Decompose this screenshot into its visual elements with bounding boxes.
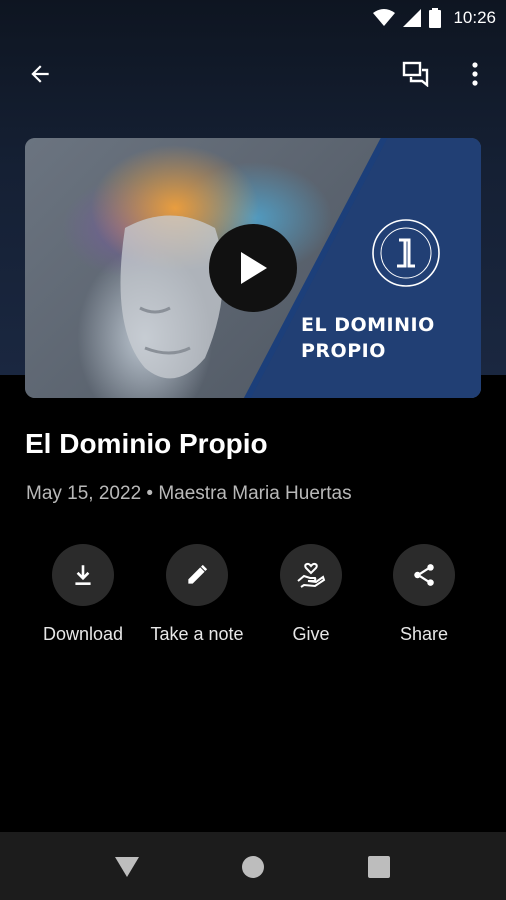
church-logo — [372, 219, 440, 287]
give-action[interactable]: Give — [251, 544, 371, 645]
action-row: Download Take a note Give Share — [0, 544, 506, 654]
system-navigation-bar — [0, 832, 506, 900]
play-button[interactable] — [209, 224, 297, 312]
give-button[interactable] — [280, 544, 342, 606]
more-options-button[interactable] — [451, 50, 499, 98]
nav-recents-button[interactable] — [362, 850, 396, 884]
cellular-signal-icon — [403, 9, 422, 27]
give-hand-heart-icon — [297, 562, 326, 588]
nav-home-circle-icon — [242, 856, 264, 878]
share-button[interactable] — [393, 544, 455, 606]
take-note-label: Take a note — [150, 624, 244, 644]
episode-title: El Dominio Propio — [25, 428, 268, 459]
status-time: 10:26 — [453, 8, 496, 27]
download-label: Download — [42, 624, 124, 644]
status-bar: 10:26 — [0, 0, 506, 38]
comments-button[interactable] — [392, 50, 440, 98]
give-label: Give — [292, 624, 330, 644]
wifi-icon — [373, 9, 396, 26]
pencil-icon — [188, 564, 208, 584]
share-label: Share — [399, 624, 449, 644]
back-button[interactable] — [16, 50, 64, 98]
more-vert-icon — [472, 62, 478, 86]
chat-icon — [402, 61, 429, 87]
nav-recents-square-icon — [368, 856, 390, 878]
share-icon — [414, 564, 434, 586]
take-note-action[interactable]: Take a note — [137, 544, 257, 645]
nav-back-button[interactable] — [110, 850, 144, 884]
thumbnail-title: EL DOMINIO PROPIO — [301, 314, 435, 362]
toolbar — [0, 50, 506, 98]
download-button[interactable] — [52, 544, 114, 606]
arrow-back-icon — [31, 65, 49, 83]
media-thumbnail[interactable]: EL DOMINIO PROPIO — [25, 138, 481, 398]
episode-meta: May 15, 2022 • Maestra Maria Huertas — [26, 483, 352, 504]
share-action[interactable]: Share — [364, 544, 484, 645]
download-icon — [75, 565, 91, 585]
play-icon — [241, 252, 267, 284]
battery-icon — [429, 8, 442, 28]
nav-home-button[interactable] — [236, 850, 270, 884]
nav-back-triangle-icon — [115, 857, 139, 877]
download-action[interactable]: Download — [23, 544, 143, 645]
take-note-button[interactable] — [166, 544, 228, 606]
